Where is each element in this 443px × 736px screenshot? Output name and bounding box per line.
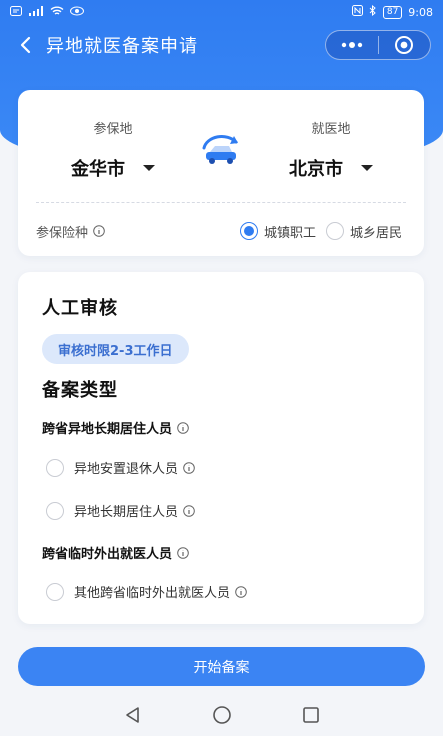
option-label: 异地长期居住人员 xyxy=(74,505,179,520)
back-icon[interactable] xyxy=(8,28,42,62)
group-title-text: 跨省临时外出就医人员 xyxy=(42,547,173,562)
group-title-text: 跨省异地长期居住人员 xyxy=(42,422,173,437)
option-label: 其他跨省临时外出就医人员 xyxy=(74,586,231,601)
option-long-term-resident[interactable]: 异地长期居住人员 xyxy=(46,501,195,520)
status-bar: 87 9:08 xyxy=(0,0,443,24)
medical-location-value: 北京市 xyxy=(289,159,343,180)
insured-location[interactable]: 参保地 金华市 xyxy=(38,118,188,181)
battery-icon: 87 xyxy=(382,5,403,19)
start-filing-button[interactable]: 开始备案 xyxy=(18,647,425,686)
home-circle-icon[interactable] xyxy=(212,705,232,729)
option-label: 异地安置退休人员 xyxy=(74,462,179,477)
mini-program-capsule xyxy=(325,30,431,60)
info-icon[interactable] xyxy=(177,421,189,434)
page-title: 异地就医备案申请 xyxy=(46,36,198,57)
manual-review-title: 人工审核 xyxy=(42,298,118,319)
info-icon[interactable] xyxy=(93,225,105,237)
back-triangle-icon[interactable] xyxy=(124,706,142,728)
bluetooth-icon xyxy=(369,4,377,19)
radio-long-term-resident[interactable] xyxy=(46,501,64,520)
info-icon[interactable] xyxy=(235,585,247,598)
location-card: 参保地 金华市 就医地 北京市 参保险种 城镇职工 城乡居民 xyxy=(18,90,424,256)
medical-location-label: 就医地 xyxy=(311,122,351,137)
recent-apps-icon[interactable] xyxy=(302,706,320,728)
radio-urban-rural-resident[interactable] xyxy=(325,222,344,240)
insurance-type-row: 参保险种 城镇职工 城乡居民 xyxy=(36,220,406,242)
group-title-long-term: 跨省异地长期居住人员 xyxy=(42,418,189,437)
radio-urban-employee-label: 城镇职工 xyxy=(263,225,316,241)
close-target-icon[interactable] xyxy=(379,31,431,59)
option-relocated-retiree[interactable]: 异地安置退休人员 xyxy=(46,458,195,477)
option-other-temporary[interactable]: 其他跨省临时外出就医人员 xyxy=(46,582,247,601)
info-icon[interactable] xyxy=(177,546,189,559)
nav-bar: 异地就医备案申请 xyxy=(0,28,443,62)
status-time: 9:08 xyxy=(408,5,433,19)
insured-location-value: 金华市 xyxy=(71,159,125,180)
info-icon[interactable] xyxy=(183,504,195,517)
group-title-temporary: 跨省临时外出就医人员 xyxy=(42,543,189,562)
nfc-icon xyxy=(351,5,363,19)
signal-icon xyxy=(28,5,44,19)
dashed-divider xyxy=(36,202,406,203)
radio-urban-rural-resident-label: 城乡居民 xyxy=(349,225,402,241)
chevron-down-icon xyxy=(143,165,155,171)
insurance-type-label: 参保险种 xyxy=(36,225,89,241)
more-icon[interactable] xyxy=(326,31,378,59)
filing-type-title: 备案类型 xyxy=(42,380,118,401)
radio-relocated-retiree[interactable] xyxy=(46,458,64,477)
review-time-badge: 审核时限2-3工作日 xyxy=(42,334,189,364)
medical-location[interactable]: 就医地 北京市 xyxy=(256,118,406,181)
info-icon[interactable] xyxy=(183,461,195,474)
message-icon xyxy=(10,5,22,19)
radio-urban-employee[interactable] xyxy=(239,222,258,240)
insured-location-label: 参保地 xyxy=(93,122,133,137)
chevron-down-icon xyxy=(361,165,373,171)
swap-car-icon[interactable] xyxy=(198,130,244,170)
eye-icon xyxy=(70,6,84,19)
radio-other-temporary[interactable] xyxy=(46,582,64,601)
system-nav-bar xyxy=(0,698,443,736)
wifi-icon xyxy=(50,6,64,19)
review-card: 人工审核 审核时限2-3工作日 备案类型 跨省异地长期居住人员 异地安置退休人员… xyxy=(18,272,424,624)
